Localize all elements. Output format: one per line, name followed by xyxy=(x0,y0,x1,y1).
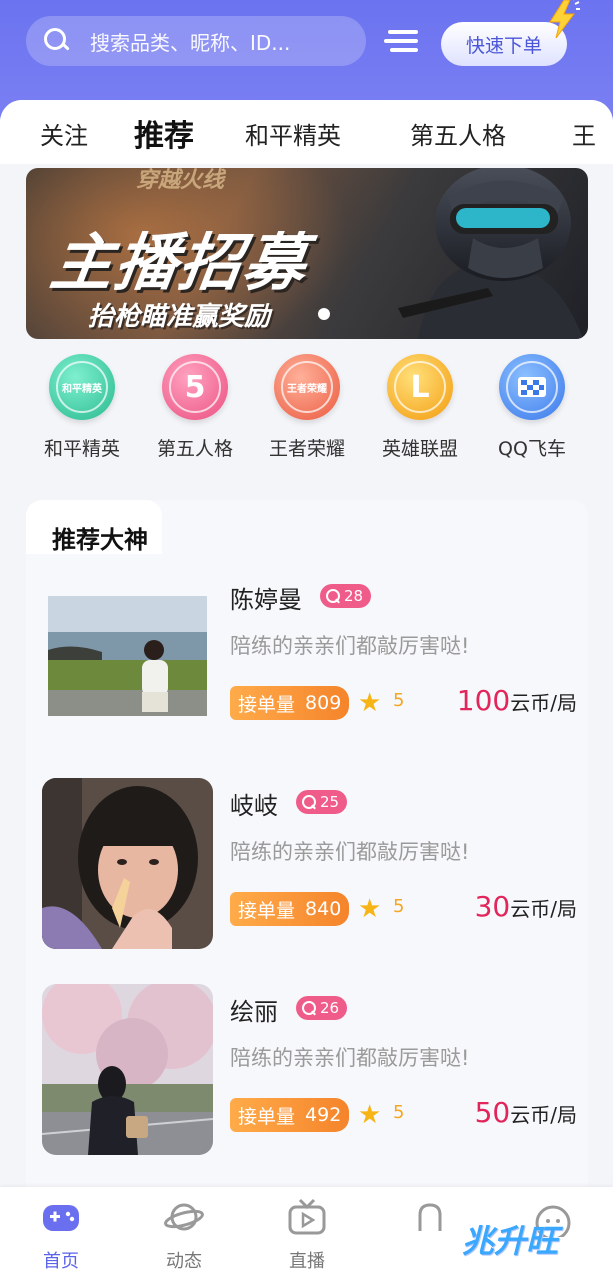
player-name: 岐岐 xyxy=(230,792,278,820)
search-placeholder: 搜索品类、昵称、ID... xyxy=(90,30,291,55)
star-icon: ★ xyxy=(358,688,382,718)
tab-peace-elite[interactable]: 和平精英 xyxy=(245,116,341,151)
gamepad-icon xyxy=(43,1205,79,1231)
tab-identity-v[interactable]: 第五人格 xyxy=(410,116,506,151)
price: 30云币/局 xyxy=(474,890,577,923)
section-title: 推荐大神 xyxy=(52,526,148,554)
nav-label: 动态 xyxy=(166,1251,202,1271)
planet-icon xyxy=(164,1203,204,1231)
tab-recommend[interactable]: 推荐 xyxy=(134,111,194,155)
game-label: 第五人格 xyxy=(156,438,233,460)
player-description: 陪练的亲亲们都敲厉害哒! xyxy=(230,634,470,658)
nav-moments[interactable]: 动态 xyxy=(144,1197,224,1271)
watermark: 兆升旺 xyxy=(462,1222,559,1260)
level-icon xyxy=(302,1001,316,1015)
level-icon xyxy=(326,589,340,603)
nav-label: 直播 xyxy=(289,1251,325,1271)
game-label: 英雄联盟 xyxy=(381,438,458,460)
player-card[interactable]: 绘丽 26 陪练的亲亲们都敲厉害哒! 接单量 492 ★ 5 50云币/局 xyxy=(42,984,577,1156)
player-description: 陪练的亲亲们都敲厉害哒! xyxy=(230,840,470,864)
banner-title: 主播招募 xyxy=(46,226,313,299)
qq-speed-icon xyxy=(499,354,565,420)
star-icon: ★ xyxy=(358,894,382,924)
price: 100云币/局 xyxy=(456,684,577,717)
nav-label: 首页 xyxy=(43,1251,79,1271)
player-name: 陈婷曼 xyxy=(230,586,302,614)
level-badge: 28 xyxy=(320,584,372,608)
nav-live[interactable]: 直播 xyxy=(267,1197,347,1271)
honor-of-kings-icon: 王者荣耀 xyxy=(274,354,340,420)
game-label: 和平精英 xyxy=(43,438,120,460)
player-avatar xyxy=(42,572,213,743)
player-card[interactable]: 陈婷曼 28 陪练的亲亲们都敲厉害哒! 接单量 809 ★ 5 100云币/局 xyxy=(42,572,577,744)
tab-follow[interactable]: 关注 xyxy=(40,116,88,151)
level-badge: 25 xyxy=(296,790,348,814)
carousel-indicator xyxy=(318,308,330,320)
banner-subtitle: 抬枪瞄准赢奖励 xyxy=(88,302,271,332)
tv-icon xyxy=(288,1198,326,1235)
price: 50云币/局 xyxy=(474,1096,577,1129)
game-honor-of-kings[interactable]: 王者荣耀 王者荣耀 xyxy=(251,354,363,461)
game-label: 王者荣耀 xyxy=(268,438,345,460)
player-avatar xyxy=(42,984,213,1155)
menu-icon[interactable] xyxy=(384,30,418,56)
message-icon xyxy=(418,1203,442,1231)
category-tabs: 关注 推荐 和平精英 第五人格 王 xyxy=(0,100,613,164)
player-avatar xyxy=(42,778,213,949)
game-peace-elite[interactable]: 和平精英 和平精英 xyxy=(26,354,138,461)
game-qq-speed[interactable]: QQ飞车 xyxy=(476,354,588,461)
nav-messages[interactable] xyxy=(390,1197,470,1247)
banner-logo: 穿越火线 xyxy=(136,168,225,193)
level-badge: 26 xyxy=(296,996,348,1020)
promo-banner[interactable]: 穿越火线 主播招募 抬枪瞄准赢奖励 xyxy=(26,168,588,339)
level-icon xyxy=(302,795,316,809)
peace-elite-icon: 和平精英 xyxy=(49,354,115,420)
orders-badge: 接单量 840 xyxy=(230,892,350,926)
rating-value: 5 xyxy=(393,1102,405,1123)
rating-value: 5 xyxy=(393,896,405,917)
identity-v-icon: 5 xyxy=(162,354,228,420)
orders-badge: 接单量 809 xyxy=(230,686,350,720)
orders-badge: 接单量 492 xyxy=(230,1098,350,1132)
star-icon: ★ xyxy=(358,1100,382,1130)
player-card[interactable]: 岐岐 25 陪练的亲亲们都敲厉害哒! 接单量 840 ★ 5 30云币/局 xyxy=(42,778,577,950)
player-description: 陪练的亲亲们都敲厉害哒! xyxy=(230,1046,470,1070)
game-identity-v[interactable]: 5 第五人格 xyxy=(139,354,251,461)
game-lol[interactable]: L 英雄联盟 xyxy=(364,354,476,461)
lol-icon: L xyxy=(387,354,453,420)
game-category-grid: 和平精英 和平精英 5 第五人格 王者荣耀 王者荣耀 L 英雄联盟 QQ飞车 xyxy=(0,354,613,464)
rating-value: 5 xyxy=(393,690,405,711)
player-name: 绘丽 xyxy=(230,998,278,1026)
nav-home[interactable]: 首页 xyxy=(21,1197,101,1271)
game-label: QQ飞车 xyxy=(498,438,566,460)
soldier-illustration xyxy=(398,168,583,339)
tab-honor-of-kings[interactable]: 王 xyxy=(572,116,596,151)
search-bar[interactable]: 搜索品类、昵称、ID... xyxy=(26,16,366,66)
search-icon xyxy=(40,24,74,58)
lightning-icon xyxy=(549,0,580,38)
